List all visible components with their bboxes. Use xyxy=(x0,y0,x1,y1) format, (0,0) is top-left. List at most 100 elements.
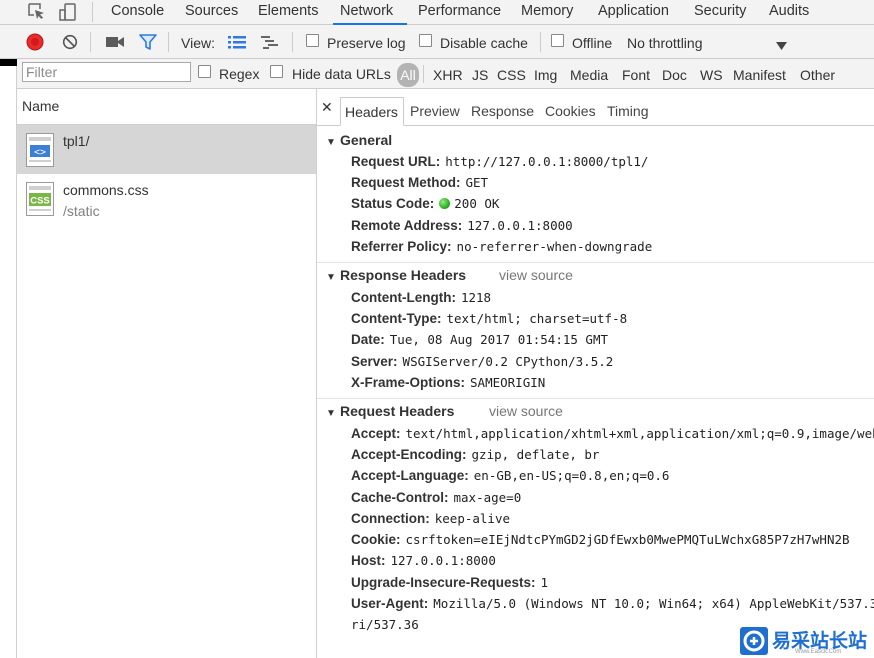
header-row: Accept-Encoding: gzip, deflate, br xyxy=(351,447,599,462)
details-tab-bar: ✕ Headers Preview Response Cookies Timin… xyxy=(317,89,874,126)
header-row: Connection: keep-alive xyxy=(351,511,510,526)
request-headers-section-header[interactable]: ▼ Request Headers xyxy=(326,403,454,419)
filter-icon[interactable] xyxy=(139,34,157,50)
header-key: Accept-Encoding: xyxy=(351,447,467,462)
divider xyxy=(540,32,541,52)
header-key: Upgrade-Insecure-Requests: xyxy=(351,575,536,590)
stylesheet-file-icon: CSS xyxy=(26,182,54,216)
preserve-log-checkbox[interactable] xyxy=(306,34,319,47)
name-column-label: Name xyxy=(22,98,60,114)
clear-icon[interactable] xyxy=(62,34,78,50)
header-row: Server: WSGIServer/0.2 CPython/3.5.2 xyxy=(351,354,613,369)
header-value: gzip, deflate, br xyxy=(471,447,600,462)
header-key: Cookie: xyxy=(351,532,401,547)
header-row: Upgrade-Insecure-Requests: 1 xyxy=(351,575,548,590)
header-value: text/html; charset=utf-8 xyxy=(446,311,628,326)
tab-memory[interactable]: Memory xyxy=(521,0,573,25)
header-value: SAMEORIGIN xyxy=(470,375,546,390)
disable-cache-checkbox[interactable] xyxy=(419,34,432,47)
request-row-tpl1[interactable]: <> tpl1/ xyxy=(17,125,316,174)
chevron-down-icon[interactable] xyxy=(776,37,787,50)
tab-headers[interactable]: Headers xyxy=(340,97,404,126)
window-edge xyxy=(0,59,17,66)
header-row: Accept-Language: en-GB,en-US;q=0.8,en;q=0… xyxy=(351,468,669,483)
preserve-log-label: Preserve log xyxy=(327,35,406,51)
section-divider xyxy=(317,398,874,399)
header-key: Date: xyxy=(351,332,385,347)
name-column-header[interactable]: Name xyxy=(17,89,316,125)
device-toolbar-icon[interactable] xyxy=(58,2,78,22)
filter-type-font[interactable]: Font xyxy=(622,67,650,83)
filter-type-js[interactable]: JS xyxy=(472,67,488,83)
filter-type-css[interactable]: CSS xyxy=(497,67,526,83)
header-value: 200 OK xyxy=(454,196,500,211)
general-section-header[interactable]: ▼ General xyxy=(326,132,392,148)
header-value: GET xyxy=(465,175,489,190)
header-row: Accept: text/html,application/xhtml+xml,a… xyxy=(351,426,874,441)
divider xyxy=(168,32,169,52)
watermark-logo xyxy=(740,627,768,655)
tab-console[interactable]: Console xyxy=(111,0,164,25)
section-title: Request Headers xyxy=(340,403,455,419)
response-headers-section-header[interactable]: ▼ Response Headers xyxy=(326,267,466,283)
tab-elements[interactable]: Elements xyxy=(258,0,318,25)
close-icon[interactable]: ✕ xyxy=(321,99,333,116)
throttling-select[interactable]: No throttling xyxy=(627,35,702,51)
filter-type-manifest[interactable]: Manifest xyxy=(733,67,786,83)
left-gutter xyxy=(0,66,17,658)
capture-screenshots-icon[interactable] xyxy=(106,35,124,49)
large-rows-icon[interactable] xyxy=(228,35,246,49)
filter-type-all[interactable]: All xyxy=(397,63,419,87)
request-list: <> tpl1/ CSS commons.css /static xyxy=(17,125,316,658)
tab-response[interactable]: Response xyxy=(471,103,534,119)
view-source-link[interactable]: view source xyxy=(499,267,573,283)
filter-type-xhr[interactable]: XHR xyxy=(433,67,463,83)
divider xyxy=(92,2,93,22)
inspect-element-icon[interactable] xyxy=(27,2,47,22)
stylesheet-icon-label: CSS xyxy=(30,196,50,207)
divider xyxy=(90,32,91,52)
header-row: Status Code: 200 OK xyxy=(351,196,499,211)
header-row: Cookie: csrftoken=eIEjNdtcPYmGD2jGDfEwxb0… xyxy=(351,532,850,547)
header-key: Remote Address: xyxy=(351,218,463,233)
waterfall-overview-icon[interactable] xyxy=(261,35,279,49)
filter-type-other[interactable]: Other xyxy=(800,67,835,83)
header-key: Host: xyxy=(351,553,386,568)
header-value: Tue, 08 Aug 2017 01:54:15 GMT xyxy=(389,332,609,347)
offline-checkbox[interactable] xyxy=(551,34,564,47)
header-key: Connection: xyxy=(351,511,430,526)
tab-cookies[interactable]: Cookies xyxy=(545,103,596,119)
tab-performance[interactable]: Performance xyxy=(418,0,501,25)
header-value: 127.0.0.1:8000 xyxy=(467,218,573,233)
section-divider xyxy=(317,262,874,263)
tab-preview[interactable]: Preview xyxy=(410,103,460,119)
header-row: Date: Tue, 08 Aug 2017 01:54:15 GMT xyxy=(351,332,608,347)
request-row-commons-css[interactable]: CSS commons.css /static xyxy=(17,174,316,223)
tab-audits[interactable]: Audits xyxy=(769,0,809,25)
filter-type-img[interactable]: Img xyxy=(534,67,557,83)
header-value: csrftoken=eIEjNdtcPYmGD2jGDfEwxb0MwePMQT… xyxy=(405,532,850,547)
header-row: Remote Address: 127.0.0.1:8000 xyxy=(351,218,573,233)
request-details-pane: ✕ Headers Preview Response Cookies Timin… xyxy=(317,89,874,658)
filter-type-media[interactable]: Media xyxy=(570,67,608,83)
tab-timing[interactable]: Timing xyxy=(607,103,649,119)
watermark: 易采站长站 Www.Easck.Com xyxy=(739,626,874,658)
view-source-link[interactable]: view source xyxy=(489,403,563,419)
header-row: X-Frame-Options: SAMEORIGIN xyxy=(351,375,545,390)
tab-security[interactable]: Security xyxy=(694,0,746,25)
header-value: max-age=0 xyxy=(453,490,522,505)
document-file-icon: <> xyxy=(26,133,54,167)
record-icon[interactable] xyxy=(26,33,44,51)
tab-network[interactable]: Network xyxy=(333,0,407,25)
tab-sources[interactable]: Sources xyxy=(185,0,238,25)
view-label: View: xyxy=(181,35,215,51)
hide-data-urls-checkbox[interactable] xyxy=(270,65,283,78)
regex-label: Regex xyxy=(219,66,260,82)
header-key: Cache-Control: xyxy=(351,490,449,505)
filter-type-ws[interactable]: WS xyxy=(700,67,723,83)
tab-application[interactable]: Application xyxy=(598,0,669,25)
filter-type-doc[interactable]: Doc xyxy=(662,67,687,83)
filter-input[interactable] xyxy=(22,62,191,82)
collapse-triangle-icon: ▼ xyxy=(326,137,336,148)
regex-checkbox[interactable] xyxy=(198,65,211,78)
